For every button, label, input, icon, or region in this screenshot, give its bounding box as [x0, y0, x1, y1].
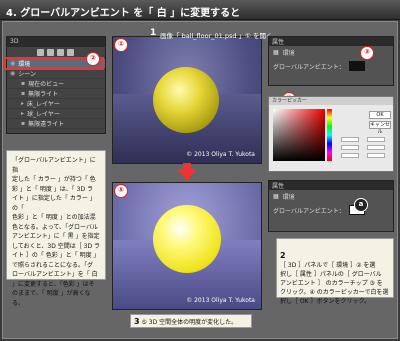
- tree-item-light[interactable]: ▪ 無限遠ライト: [7, 119, 105, 129]
- ambient-row: グローバルアンビエント：: [269, 203, 393, 217]
- picker-title: カラーピッカー: [269, 97, 393, 105]
- marker-2: ②: [86, 52, 100, 66]
- env-icon: ▦: [273, 49, 279, 56]
- step-2-number: 2: [280, 251, 286, 260]
- color-field[interactable]: [273, 109, 325, 161]
- value-input[interactable]: [367, 145, 385, 150]
- tree-item-label: 床_レイヤー: [27, 101, 60, 108]
- material-icon[interactable]: [57, 49, 64, 56]
- layer-icon: ▸: [21, 110, 25, 117]
- mesh-icon[interactable]: [47, 49, 54, 56]
- explanation-callout: 「グローバルアンビエント」に指 定した「 カラー 」が持つ「 色 彩 」と「 明…: [6, 150, 106, 307]
- step-3-text: ⑤ 3D 空間全体の明度が変化した。: [141, 319, 238, 326]
- env-label: 環境: [282, 194, 295, 201]
- ball: [153, 67, 219, 133]
- light-icon: ▪: [21, 120, 26, 127]
- panel-3d: 3D ◉ 環境 ◉ シーン ▪ 現在のビュー ▪ 無限ライト ▸ 床_レイヤー …: [6, 36, 106, 134]
- tree-item-scene[interactable]: ◉ シーン: [7, 69, 105, 79]
- panel-3d-header: 3D: [7, 37, 105, 47]
- env-label: 環境: [282, 50, 295, 57]
- value-input[interactable]: [367, 153, 385, 158]
- properties-panel-before: 属性 ▦ 環境 グローバルアンビエント：: [268, 36, 394, 86]
- scene-after: © 2013 Oliya T. Yukota: [112, 182, 262, 310]
- down-arrow-icon: [177, 169, 197, 181]
- ambient-row: グローバルアンビエント：: [269, 59, 393, 73]
- ambient-label: グローバルアンビエント：: [273, 207, 345, 215]
- ambient-color-chip[interactable]: [348, 61, 365, 71]
- tree-item-infinite-light[interactable]: ▪ 無限ライト: [7, 89, 105, 99]
- ok-button[interactable]: OK: [369, 111, 391, 119]
- properties-header: 属性: [269, 37, 393, 46]
- properties-header: 属性: [269, 181, 393, 190]
- step-2-box: 2 ［ 3D ］パネルで［ 環境 ］② を選 択し［ 属性 ］パネルの［ グロー…: [276, 238, 394, 305]
- value-input[interactable]: [341, 137, 359, 142]
- tree-item-floor-layer[interactable]: ▸ 床_レイヤー: [7, 99, 105, 109]
- tree-item-label: 無限ライト: [28, 91, 59, 98]
- value-input[interactable]: [341, 153, 359, 158]
- tree-item-current-view[interactable]: ▪ 現在のビュー: [7, 79, 105, 89]
- value-input[interactable]: [341, 145, 359, 150]
- light-icon[interactable]: [67, 49, 74, 56]
- filter-icon[interactable]: [37, 49, 44, 56]
- step-1-text: 画像「 ball_floor_01.psd 」① を開く。: [160, 32, 279, 40]
- copyright: © 2013 Oliya T. Yukota: [186, 297, 255, 304]
- marker-1: ①: [114, 38, 128, 52]
- value-input[interactable]: [367, 137, 385, 142]
- tree-item-label: 球_レイヤー: [27, 111, 60, 118]
- hue-slider[interactable]: [327, 109, 332, 161]
- camera-icon: ▪: [21, 80, 26, 87]
- color-picker: カラーピッカー OK キャンセル: [268, 96, 394, 172]
- step-1-number: 1: [150, 28, 157, 38]
- tree-item-ball-layer[interactable]: ▸ 球_レイヤー: [7, 109, 105, 119]
- page-title: 4. グローバルアンビエント を「 白 」に変更すると: [0, 0, 400, 20]
- step-3-number: 3: [134, 317, 140, 326]
- ambient-label: グローバルアンビエント：: [273, 63, 345, 71]
- eye-icon[interactable]: ◉: [10, 70, 15, 77]
- scene-before: © 2013 Oliya T. Yukota: [112, 36, 262, 164]
- environment-row: ▦ 環境: [269, 190, 393, 203]
- cancel-button[interactable]: キャンセル: [369, 121, 391, 135]
- tree-item-label: 無限遠ライト: [28, 121, 65, 128]
- step-3-box: 3 ⑤ 3D 空間全体の明度が変化した。: [130, 314, 252, 328]
- light-icon: ▪: [21, 90, 26, 97]
- tree-item-label: シーン: [18, 71, 36, 78]
- callout-text: 「グローバルアンビエント」に指 定した「 カラー 」が持つ「 色 彩 」と「 明…: [12, 157, 100, 307]
- marker-5: ⑤: [114, 184, 128, 198]
- tree-item-label: 現在のビュー: [28, 81, 65, 88]
- copyright: © 2013 Oliya T. Yukota: [186, 151, 255, 158]
- env-icon: ▦: [273, 193, 279, 200]
- ball: [153, 205, 221, 273]
- layer-icon: ▸: [21, 100, 25, 107]
- marker-3: ③: [360, 46, 374, 60]
- environment-row: ▦ 環境: [269, 46, 393, 59]
- properties-panel-after: 属性 ▦ 環境 グローバルアンビエント：: [268, 180, 394, 232]
- marker-a: a: [354, 198, 368, 212]
